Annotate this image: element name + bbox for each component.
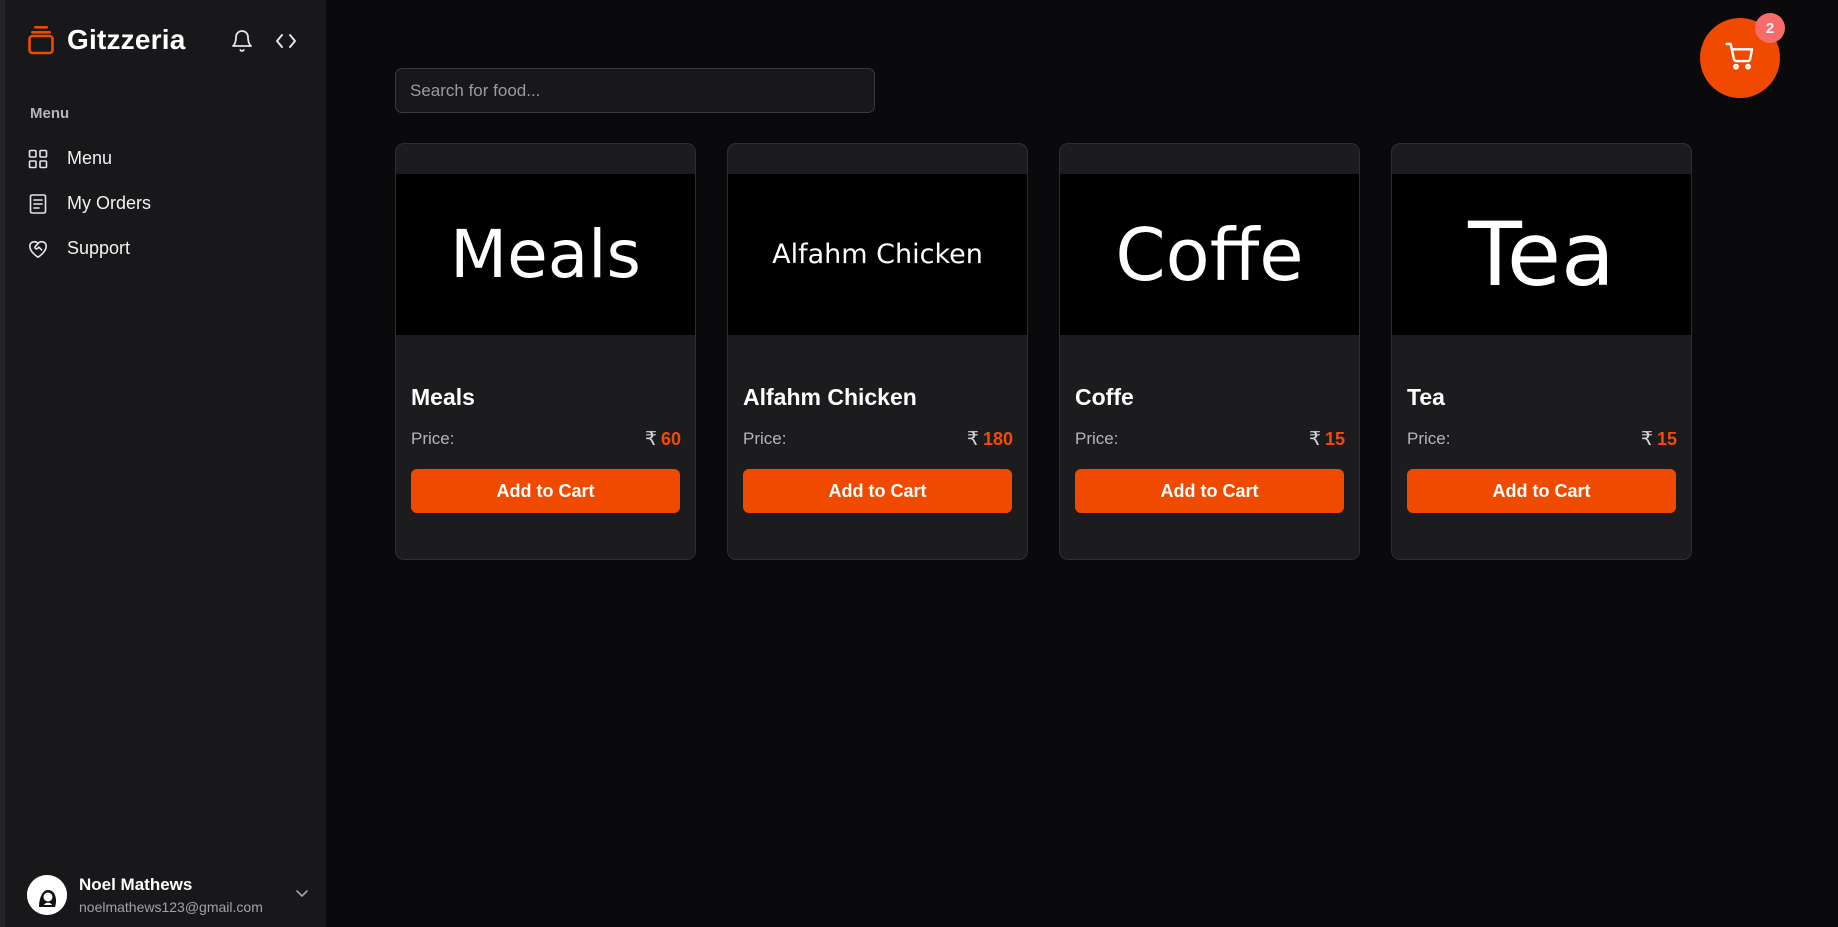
add-to-cart-button[interactable]: Add to Cart [1075, 469, 1344, 513]
add-to-cart-button[interactable]: Add to Cart [743, 469, 1012, 513]
product-image: Coffe [1060, 174, 1359, 335]
product-image: Alfahm Chicken [728, 174, 1027, 335]
sidebar-item-support[interactable]: Support [27, 226, 317, 271]
grid-icon [27, 148, 49, 170]
shopping-cart-icon [1724, 40, 1756, 77]
product-price: ₹ 15 [1641, 428, 1677, 451]
user-profile[interactable]: Noel Mathews noelmathews123@gmail.com [27, 871, 312, 919]
user-email: noelmathews123@gmail.com [79, 899, 263, 915]
price-amount: 15 [1656, 429, 1677, 449]
product-card: Alfahm Chicken Alfahm Chicken Price: ₹ 1… [727, 143, 1028, 560]
product-image: Tea [1392, 174, 1691, 335]
add-to-cart-button[interactable]: Add to Cart [411, 469, 680, 513]
sidebar-item-menu[interactable]: Menu [27, 136, 317, 181]
sidebar-section-label: Menu [30, 105, 70, 122]
currency-symbol: ₹ [966, 429, 979, 450]
product-card: Meals Meals Price: ₹ 60 Add to Cart [395, 143, 696, 560]
product-card: Coffe Coffe Price: ₹ 15 Add to Cart [1059, 143, 1360, 560]
app-root: Gitzzeria Menu Menu My Orders Support No… [0, 0, 1838, 927]
product-name: Tea [1407, 384, 1445, 410]
price-label: Price: [1075, 429, 1119, 448]
sidebar-nav: Menu My Orders Support [27, 136, 317, 271]
avatar [27, 875, 67, 915]
product-name: Meals [411, 384, 475, 410]
product-grid: Meals Meals Price: ₹ 60 Add to Cart Alfa… [395, 143, 1692, 560]
product-image: Meals [396, 174, 695, 335]
chevron-down-icon[interactable] [292, 883, 312, 903]
price-amount: 180 [982, 429, 1013, 449]
brand-name: Gitzzeria [67, 24, 186, 55]
sidebar-item-my-orders[interactable]: My Orders [27, 181, 317, 226]
user-name: Noel Mathews [79, 875, 193, 894]
user-info: Noel Mathews noelmathews123@gmail.com [79, 875, 263, 915]
price-label: Price: [1407, 429, 1451, 448]
product-card: Tea Tea Price: ₹ 15 Add to Cart [1391, 143, 1692, 560]
sidebar-item-label: Support [67, 238, 131, 258]
price-label: Price: [411, 429, 455, 448]
sidebar-item-label: My Orders [67, 193, 152, 213]
product-price: ₹ 180 [967, 428, 1013, 451]
product-price: ₹ 15 [1309, 428, 1345, 451]
brand[interactable]: Gitzzeria [27, 24, 186, 56]
price-label: Price: [743, 429, 787, 448]
currency-symbol: ₹ [1640, 429, 1653, 450]
price-amount: 15 [1324, 429, 1345, 449]
currency-symbol: ₹ [1308, 429, 1321, 450]
sidebar: Gitzzeria Menu Menu My Orders Support No… [0, 0, 326, 927]
product-name: Coffe [1075, 384, 1134, 410]
code-icon[interactable] [273, 28, 299, 54]
bell-icon[interactable] [229, 28, 255, 54]
price-amount: 60 [660, 429, 681, 449]
add-to-cart-button[interactable]: Add to Cart [1407, 469, 1676, 513]
search-input[interactable] [395, 68, 875, 113]
product-price: ₹ 60 [645, 428, 681, 451]
product-name: Alfahm Chicken [743, 384, 917, 410]
sidebar-item-label: Menu [67, 148, 113, 168]
receipt-icon [27, 193, 49, 215]
cart-count-badge: 2 [1755, 13, 1785, 43]
currency-symbol: ₹ [644, 429, 657, 450]
brand-logo-icon [27, 24, 55, 56]
heart-handshake-icon [27, 238, 49, 260]
